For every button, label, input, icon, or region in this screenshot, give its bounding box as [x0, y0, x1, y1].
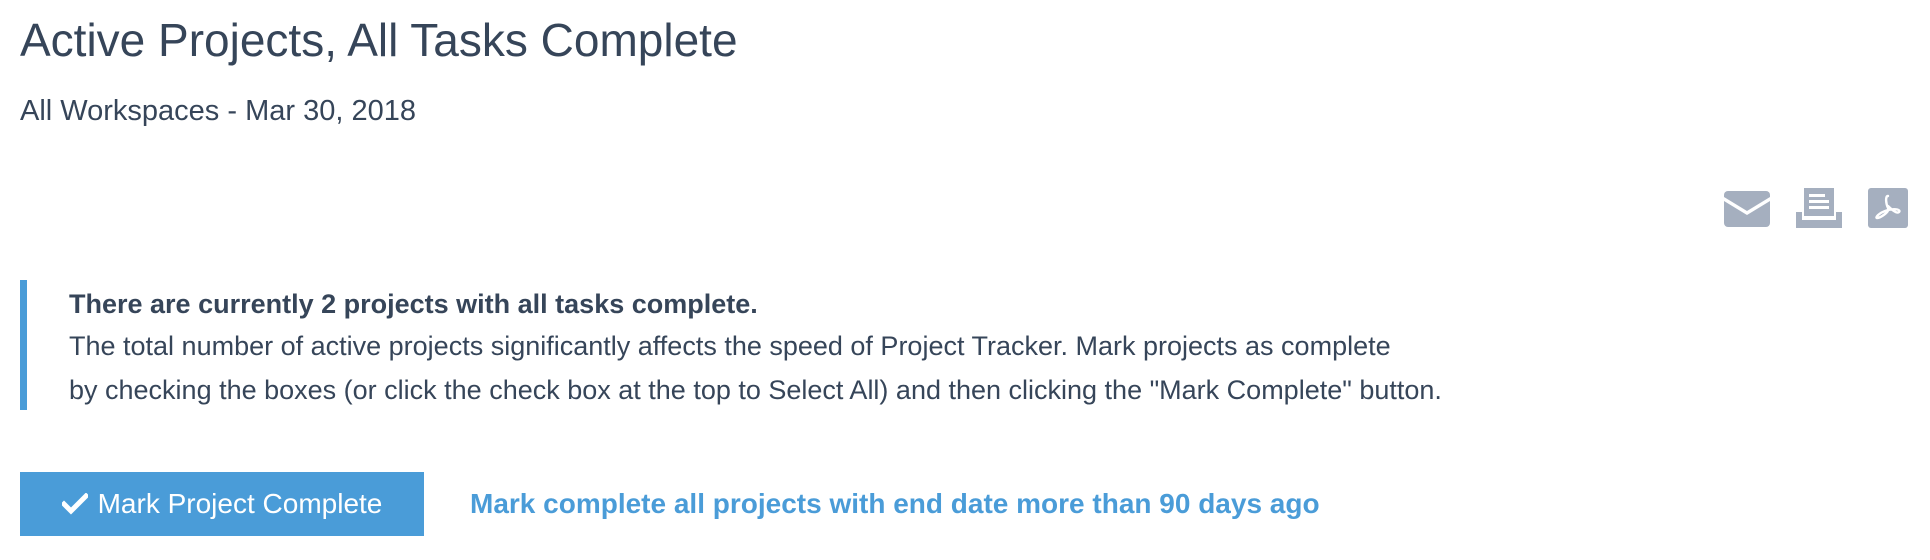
pdf-icon: [1868, 188, 1908, 228]
mark-button-label: Mark Project Complete: [97, 488, 383, 519]
email-button[interactable]: [1724, 186, 1770, 230]
print-icon: [1796, 188, 1842, 228]
email-icon: [1724, 191, 1770, 227]
mark-project-complete-button[interactable]: Mark Project Complete: [20, 472, 424, 536]
notice-heading: There are currently 2 projects with all …: [69, 289, 758, 319]
export-toolbar: [1724, 186, 1908, 230]
notice-text-line-1: The total number of active projects sign…: [69, 331, 1391, 361]
check-icon: [61, 493, 88, 515]
mark-old-projects-complete-link[interactable]: Mark complete all projects with end date…: [470, 482, 1320, 526]
notice-text-line-2: by checking the boxes (or click the chec…: [69, 375, 1442, 405]
page-title: Active Projects, All Tasks Complete: [20, 14, 738, 66]
page-subtitle: All Workspaces - Mar 30, 2018: [20, 95, 416, 127]
info-callout: There are currently 2 projects with all …: [20, 280, 1580, 410]
pdf-button[interactable]: [1868, 186, 1908, 230]
print-button[interactable]: [1796, 186, 1842, 230]
